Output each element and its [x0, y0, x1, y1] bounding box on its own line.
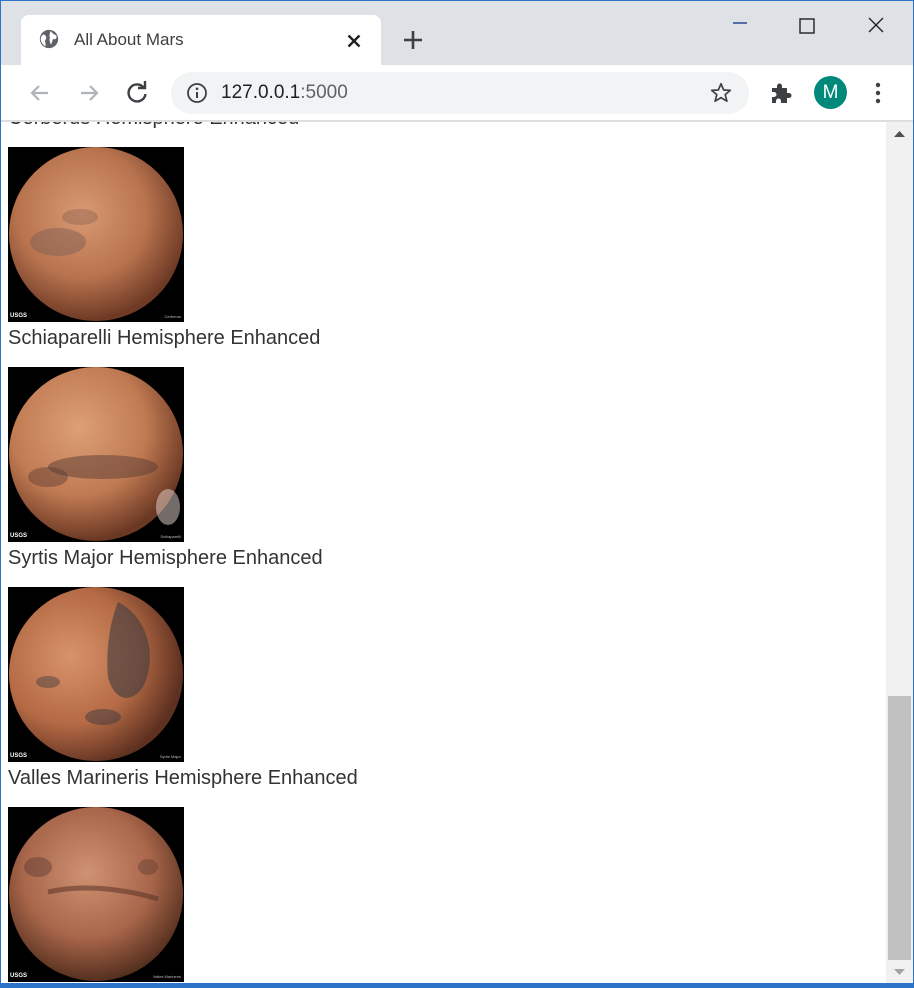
close-tab-icon[interactable]	[343, 30, 365, 52]
globe-icon	[39, 29, 59, 49]
url-port: :5000	[300, 82, 348, 103]
hemisphere-item: Schiaparelli Hemisphere Enhanced USGS Sc…	[8, 326, 878, 542]
usgs-logo: USGS	[10, 973, 28, 979]
hemisphere-image: USGS Syrtis Major	[8, 587, 184, 762]
reload-icon[interactable]	[123, 79, 151, 107]
tab-title: All About Mars	[74, 30, 184, 49]
usgs-logo: USGS	[10, 753, 28, 759]
menu-kebab-icon[interactable]	[867, 80, 889, 106]
usgs-logo: USGS	[10, 533, 28, 539]
back-arrow-icon[interactable]	[26, 79, 54, 107]
hemisphere-title: Cerberus Hemisphere Enhanced	[8, 122, 878, 131]
scroll-up-arrow-icon[interactable]	[886, 122, 913, 146]
mars-globe-image	[9, 367, 183, 541]
hemisphere-item: Syrtis Major Hemisphere Enhanced USGS Sy…	[8, 546, 878, 762]
hemisphere-item: Valles Marineris Hemisphere Enhanced USG…	[8, 766, 878, 982]
browser-tab[interactable]: All About Mars	[21, 15, 381, 67]
title-bar: All About Mars	[1, 1, 913, 67]
hemisphere-image: USGS Schiaparelli	[8, 367, 184, 542]
scroll-down-arrow-icon[interactable]	[886, 960, 913, 984]
maximize-icon[interactable]	[794, 13, 820, 39]
close-window-icon[interactable]	[863, 13, 889, 39]
image-caption: Cerberus	[164, 314, 181, 319]
profile-avatar[interactable]: M	[814, 76, 847, 109]
image-caption: Valles Marineris	[152, 974, 181, 979]
address-bar[interactable]: 127.0.0.1:5000	[171, 72, 749, 114]
new-tab-plus-icon[interactable]	[399, 26, 427, 54]
browser-toolbar: 127.0.0.1:5000 M	[1, 65, 913, 121]
extensions-puzzle-icon[interactable]	[768, 80, 794, 106]
window-border	[0, 983, 914, 988]
browser-window: All About Mars 127.0.0.1:5000 M USGS Cer…	[0, 0, 914, 988]
hemisphere-image: USGS Valles Marineris	[8, 807, 184, 982]
hemispheres-list: Cerberus Hemisphere Enhanced	[8, 122, 878, 984]
hemisphere-title: Valles Marineris Hemisphere Enhanced	[8, 767, 358, 789]
hemisphere-title: Syrtis Major Hemisphere Enhanced	[8, 547, 323, 569]
usgs-logo: USGS	[10, 313, 28, 319]
page-viewport: Cerberus Hemisphere Enhanced	[1, 122, 886, 984]
mars-globe-image	[9, 587, 183, 761]
minimize-icon[interactable]	[727, 13, 753, 39]
mars-globe-image	[9, 147, 183, 321]
vertical-scrollbar[interactable]	[886, 122, 913, 984]
mars-globe-image	[9, 807, 183, 981]
image-caption: Syrtis Major	[159, 754, 181, 759]
hemisphere-image: USGS Cerberus	[8, 147, 184, 322]
forward-arrow-icon[interactable]	[75, 79, 103, 107]
url-host: 127.0.0.1	[221, 82, 301, 103]
bookmark-star-icon[interactable]	[709, 81, 733, 105]
hemisphere-title: Schiaparelli Hemisphere Enhanced	[8, 327, 321, 349]
info-icon[interactable]	[186, 82, 208, 104]
url-text[interactable]: 127.0.0.1:5000	[221, 82, 348, 104]
scrollbar-thumb[interactable]	[888, 696, 911, 960]
image-caption: Schiaparelli	[160, 534, 181, 539]
hemisphere-item: Cerberus Hemisphere Enhanced	[8, 122, 878, 322]
